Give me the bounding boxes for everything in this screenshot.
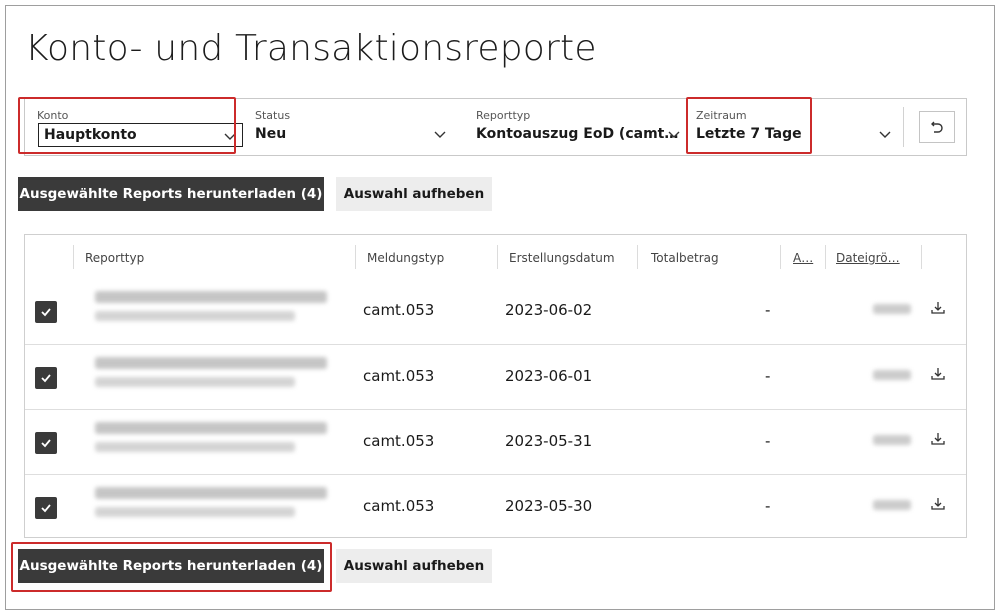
clear-selection-button-bottom[interactable]: Auswahl aufheben	[336, 549, 492, 583]
download-icon[interactable]	[929, 365, 947, 383]
reports-table: Reporttyp Meldungstyp Erstellungsdatum T…	[24, 234, 967, 538]
totalbetrag-cell: -	[765, 367, 771, 385]
download-icon[interactable]	[929, 299, 947, 317]
totalbetrag-cell: -	[765, 432, 771, 450]
konto-select[interactable]: Hauptkonto	[38, 123, 243, 147]
datum-cell: 2023-06-02	[505, 301, 593, 319]
column-separator	[780, 245, 781, 269]
blurred-report-id	[95, 377, 295, 387]
column-header-meldungstyp[interactable]: Meldungstyp	[367, 251, 444, 265]
blurred-report-name	[95, 357, 327, 369]
table-row[interactable]: camt.053 2023-05-31 -	[25, 409, 966, 473]
blurred-report-name	[95, 291, 327, 303]
clear-selection-button[interactable]: Auswahl aufheben	[336, 177, 492, 211]
filter-divider	[903, 107, 904, 147]
status-filter[interactable]: Status Neu	[255, 99, 455, 155]
konto-filter[interactable]: Konto Hauptkonto	[35, 99, 247, 155]
blurred-report-name	[95, 487, 327, 499]
meldungstyp-cell: camt.053	[363, 301, 435, 319]
zeitraum-filter[interactable]: Zeitraum Letzte 7 Tage	[696, 99, 896, 155]
check-icon	[41, 308, 51, 317]
blurred-file-size	[873, 304, 911, 314]
datum-cell: 2023-06-01	[505, 367, 593, 385]
download-selected-button[interactable]: Ausgewählte Reports herunterladen (4)	[18, 177, 324, 211]
chevron-down-icon[interactable]	[223, 129, 237, 143]
app-frame: Konto- und Transaktionsreporte Konto Hau…	[5, 5, 995, 610]
konto-label: Konto	[37, 109, 69, 122]
column-header-a[interactable]: A…	[793, 251, 813, 265]
blurred-report-id	[95, 507, 295, 517]
chevron-down-icon[interactable]	[878, 127, 892, 141]
totalbetrag-cell: -	[765, 301, 771, 319]
row-checkbox[interactable]	[35, 497, 57, 519]
meldungstyp-cell: camt.053	[363, 367, 435, 385]
reset-icon	[931, 121, 943, 133]
column-separator	[637, 245, 638, 269]
blurred-report-name	[95, 422, 327, 434]
table-row[interactable]: camt.053 2023-05-30 -	[25, 474, 966, 538]
zeitraum-label: Zeitraum	[696, 109, 747, 122]
blurred-file-size	[873, 435, 911, 445]
column-separator	[497, 245, 498, 269]
page-title: Konto- und Transaktionsreporte	[25, 28, 597, 69]
reporttyp-label: Reporttyp	[476, 109, 531, 122]
table-header: Reporttyp Meldungstyp Erstellungsdatum T…	[25, 235, 966, 281]
check-icon	[41, 504, 51, 513]
status-label: Status	[255, 109, 291, 122]
column-header-erstellungsdatum[interactable]: Erstellungsdatum	[509, 251, 615, 265]
blurred-report-id	[95, 311, 295, 321]
check-icon	[41, 439, 51, 448]
column-separator	[921, 245, 922, 269]
meldungstyp-cell: camt.053	[363, 497, 435, 515]
column-header-totalbetrag[interactable]: Totalbetrag	[651, 251, 719, 265]
datum-cell: 2023-05-31	[505, 432, 593, 450]
row-checkbox[interactable]	[35, 367, 57, 389]
table-row[interactable]: camt.053 2023-06-02 -	[25, 279, 966, 343]
totalbetrag-cell: -	[765, 497, 771, 515]
status-value: Neu	[255, 126, 287, 142]
check-icon	[41, 374, 51, 383]
reset-filters-button[interactable]	[919, 111, 955, 143]
konto-value: Hauptkonto	[44, 127, 137, 143]
filter-bar: Konto Hauptkonto Status Neu Reporttyp Ko…	[24, 98, 967, 156]
reporttyp-value: Kontoauszug EoD (camt…	[476, 126, 679, 142]
meldungstyp-cell: camt.053	[363, 432, 435, 450]
column-separator	[73, 245, 74, 269]
download-selected-button-bottom[interactable]: Ausgewählte Reports herunterladen (4)	[18, 549, 324, 583]
download-icon[interactable]	[929, 495, 947, 513]
column-header-dateigroesse[interactable]: Dateigrö…	[836, 251, 900, 265]
datum-cell: 2023-05-30	[505, 497, 593, 515]
chevron-down-icon[interactable]	[667, 127, 681, 141]
column-separator	[355, 245, 356, 269]
row-checkbox[interactable]	[35, 432, 57, 454]
table-row[interactable]: camt.053 2023-06-01 -	[25, 344, 966, 408]
row-checkbox[interactable]	[35, 301, 57, 323]
blurred-file-size	[873, 500, 911, 510]
column-header-reporttyp[interactable]: Reporttyp	[85, 251, 144, 265]
blurred-report-id	[95, 442, 295, 452]
download-icon[interactable]	[929, 430, 947, 448]
zeitraum-value: Letzte 7 Tage	[696, 126, 802, 142]
blurred-file-size	[873, 370, 911, 380]
chevron-down-icon[interactable]	[433, 127, 447, 141]
column-separator	[825, 245, 826, 269]
reporttyp-filter[interactable]: Reporttyp Kontoauszug EoD (camt…	[476, 99, 684, 155]
